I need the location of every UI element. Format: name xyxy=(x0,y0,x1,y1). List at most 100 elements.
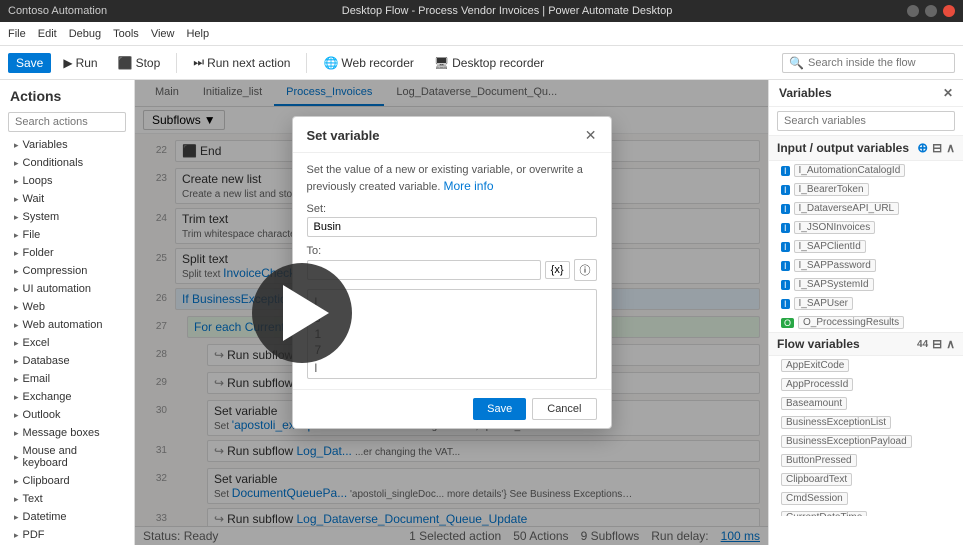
save-button[interactable]: Save xyxy=(8,53,51,73)
actions-search-input[interactable] xyxy=(8,112,126,132)
action-item-wait[interactable]: ▸ Wait xyxy=(0,190,134,208)
set-variable-input[interactable] xyxy=(307,217,597,237)
dialog-save-button[interactable]: Save xyxy=(473,398,526,420)
menu-view[interactable]: View xyxy=(151,28,175,40)
expand-icon: ▸ xyxy=(14,302,19,313)
var-option[interactable]: 7 xyxy=(312,342,592,358)
to-variable-picker[interactable]: {x} xyxy=(545,261,570,279)
io-filter-icon[interactable]: ⊟ xyxy=(932,141,942,155)
action-item-variables[interactable]: ▸ Variables xyxy=(0,136,134,154)
action-item-loops[interactable]: ▸ Loops xyxy=(0,172,134,190)
var-option[interactable]: s xyxy=(312,310,592,326)
var-item-automation-catalog[interactable]: II_AutomationCatalogId xyxy=(769,161,963,180)
web-recorder-button[interactable]: 🌐 Web recorder xyxy=(315,53,421,73)
var-item-baseamount[interactable]: Baseamount xyxy=(769,394,963,413)
var-item-button-pressed[interactable]: ButtonPressed xyxy=(769,451,963,470)
action-item-database[interactable]: ▸ Database xyxy=(0,352,134,370)
variables-header: Variables ✕ xyxy=(769,80,963,107)
more-info-link[interactable]: More info xyxy=(443,179,493,193)
to-variable-info[interactable]: ⓘ xyxy=(574,259,597,281)
expand-icon: ▸ xyxy=(14,410,19,421)
close-button[interactable] xyxy=(943,5,955,17)
var-option[interactable]: 1 xyxy=(312,326,592,342)
menu-tools[interactable]: Tools xyxy=(113,28,139,40)
variables-close-icon[interactable]: ✕ xyxy=(943,86,953,100)
var-item-json-invoices[interactable]: II_JSONInvoices xyxy=(769,218,963,237)
var-item-dataverse-url[interactable]: II_DataverseAPI_URL xyxy=(769,199,963,218)
dialog-close-button[interactable]: ✕ xyxy=(585,127,597,144)
run-button[interactable]: ▶ Run xyxy=(55,53,105,73)
flow-variables-section: Flow variables 44 ⊟ ∧ xyxy=(769,332,963,356)
expand-icon: ▸ xyxy=(14,356,19,367)
desktop-recorder-button[interactable]: 🖥 Desktop recorder xyxy=(426,53,552,73)
stop-button[interactable]: ⬛ Stop xyxy=(110,53,169,73)
io-variables-section: Input / output variables ⊕ ⊟ ∧ xyxy=(769,135,963,161)
action-item-web-automation[interactable]: ▸ Web automation xyxy=(0,316,134,334)
var-item-business-exception-list[interactable]: BusinessExceptionList xyxy=(769,413,963,432)
minimize-button[interactable] xyxy=(907,5,919,17)
set-label: Set: xyxy=(307,203,597,215)
menu-bar: File Edit Debug Tools View Help xyxy=(0,22,963,46)
expand-icon: ▸ xyxy=(14,428,19,439)
action-item-text[interactable]: ▸ Text xyxy=(0,490,134,508)
flow-collapse-icon[interactable]: ∧ xyxy=(946,337,955,351)
action-item-message-boxes[interactable]: ▸ Message boxes xyxy=(0,424,134,442)
action-item-compression[interactable]: ▸ Compression xyxy=(0,262,134,280)
var-item-business-exception-payload[interactable]: BusinessExceptionPayload xyxy=(769,432,963,451)
action-item-pdf[interactable]: ▸ PDF xyxy=(0,526,134,544)
menu-help[interactable]: Help xyxy=(186,28,209,40)
action-item-excel[interactable]: ▸ Excel xyxy=(0,334,134,352)
menu-edit[interactable]: Edit xyxy=(38,28,57,40)
canvas-area: Main Initialize_list Process_Invoices Lo… xyxy=(135,80,768,545)
var-item-bearer-token[interactable]: II_BearerToken xyxy=(769,180,963,199)
action-item-mouse-keyboard[interactable]: ▸ Mouse and keyboard xyxy=(0,442,134,472)
expand-icon: ▸ xyxy=(14,194,19,205)
var-item-current-datetime[interactable]: CurrentDateTime xyxy=(769,508,963,516)
var-option[interactable]: l xyxy=(312,294,592,310)
expand-icon: ▸ xyxy=(14,176,19,187)
action-item-folder[interactable]: ▸ Folder xyxy=(0,244,134,262)
var-item-sap-user[interactable]: II_SAPUser xyxy=(769,294,963,313)
var-item-app-process-id[interactable]: AppProcessId xyxy=(769,375,963,394)
var-item-sap-client[interactable]: II_SAPClientId xyxy=(769,237,963,256)
var-item-sap-system[interactable]: II_SAPSystemId xyxy=(769,275,963,294)
var-option[interactable]: pm xyxy=(312,376,592,379)
flow-count: 44 xyxy=(917,339,928,350)
action-item-clipboard[interactable]: ▸ Clipboard xyxy=(0,472,134,490)
io-collapse-icon[interactable]: ∧ xyxy=(946,141,955,155)
modal-overlay: Set variable ✕ Set the value of a new or… xyxy=(135,80,768,545)
action-item-web[interactable]: ▸ Web xyxy=(0,298,134,316)
play-button-container xyxy=(252,263,352,363)
var-item-processing-results[interactable]: OO_ProcessingResults xyxy=(769,313,963,332)
flow-search[interactable]: 🔍 xyxy=(782,53,955,73)
play-button[interactable] xyxy=(252,263,352,363)
menu-debug[interactable]: Debug xyxy=(69,28,101,40)
expand-icon: ▸ xyxy=(14,248,19,259)
var-option[interactable]: l xyxy=(312,360,592,376)
variables-search-input[interactable] xyxy=(777,111,955,131)
dialog-cancel-button[interactable]: Cancel xyxy=(532,398,596,420)
action-item-system[interactable]: ▸ System xyxy=(0,208,134,226)
var-item-sap-password[interactable]: II_SAPPassword xyxy=(769,256,963,275)
toolbar-divider-2 xyxy=(306,53,307,73)
io-add-icon[interactable]: ⊕ xyxy=(917,140,928,156)
action-item-outlook[interactable]: ▸ Outlook xyxy=(0,406,134,424)
action-item-exchange[interactable]: ▸ Exchange xyxy=(0,388,134,406)
action-item-datetime[interactable]: ▸ Datetime xyxy=(0,508,134,526)
run-next-button[interactable]: ⏭ Run next action xyxy=(185,52,298,73)
flow-search-input[interactable] xyxy=(808,57,948,69)
to-label: To: xyxy=(307,245,597,257)
var-item-cmd-session[interactable]: CmdSession xyxy=(769,489,963,508)
var-item-app-exit-code[interactable]: AppExitCode xyxy=(769,356,963,375)
action-item-email[interactable]: ▸ Email xyxy=(0,370,134,388)
dialog-header: Set variable ✕ xyxy=(293,117,611,153)
action-item-file[interactable]: ▸ File xyxy=(0,226,134,244)
menu-file[interactable]: File xyxy=(8,28,26,40)
actions-list: ▸ Variables ▸ Conditionals ▸ Loops ▸ Wai… xyxy=(0,136,134,545)
action-item-ui-automation[interactable]: ▸ UI automation xyxy=(0,280,134,298)
expand-icon: ▸ xyxy=(14,392,19,403)
action-item-conditionals[interactable]: ▸ Conditionals xyxy=(0,154,134,172)
flow-filter-icon[interactable]: ⊟ xyxy=(932,337,942,351)
var-item-clipboard-text[interactable]: ClipboardText xyxy=(769,470,963,489)
maximize-button[interactable] xyxy=(925,5,937,17)
